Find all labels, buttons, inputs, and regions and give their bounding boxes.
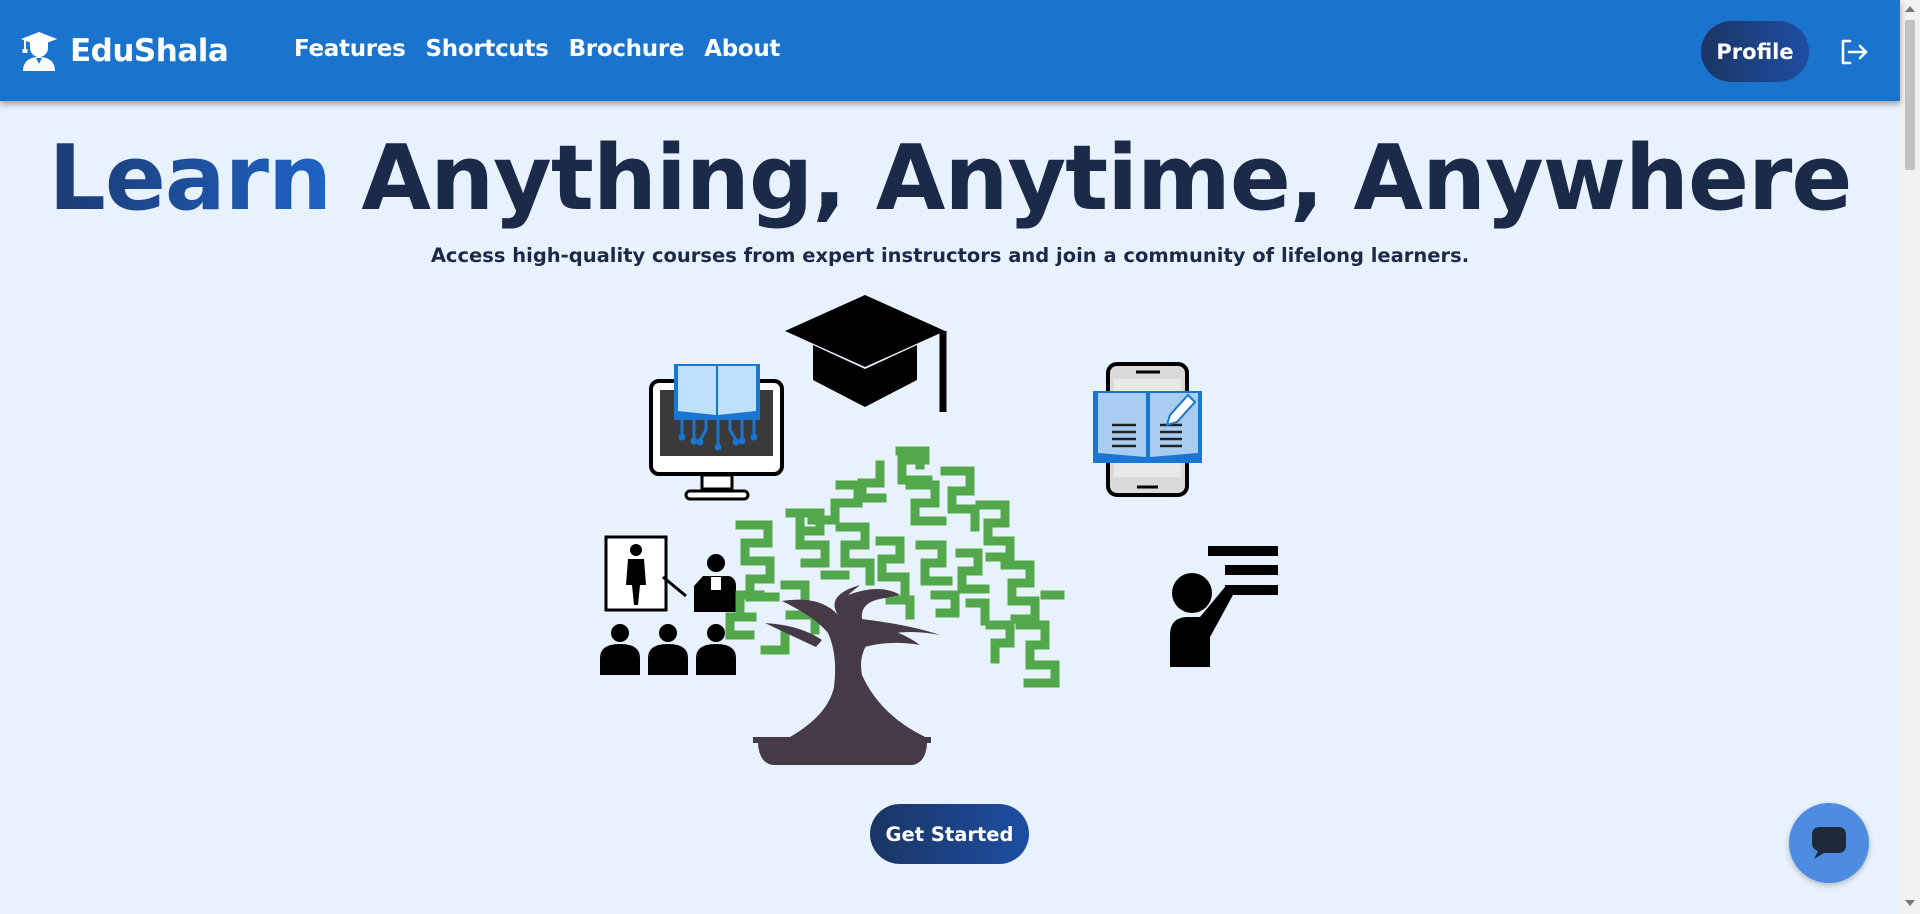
nav-link-brochure[interactable]: Brochure	[569, 36, 685, 62]
logout-icon[interactable]	[1839, 38, 1869, 66]
teacher-classroom-icon	[600, 535, 736, 675]
get-started-button[interactable]: Get Started	[870, 804, 1029, 864]
chat-button[interactable]	[1789, 803, 1869, 883]
hero-title-rest: Anything, Anytime, Anywhere	[331, 126, 1852, 231]
nav-menu: Features Shortcuts Brochure About	[294, 36, 800, 62]
brand-name: EduShala	[70, 33, 229, 69]
hero-title-highlight: Learn	[48, 126, 333, 231]
nav-link-about[interactable]: About	[704, 36, 780, 62]
chat-bubble-icon	[1812, 827, 1846, 859]
lecturer-board-icon	[1170, 546, 1278, 667]
scrollbar[interactable]	[1900, 0, 1920, 914]
top-navbar: EduShala Features Shortcuts Brochure Abo…	[0, 0, 1900, 101]
scroll-down-arrow-icon[interactable]	[1905, 900, 1915, 906]
profile-button[interactable]: Profile	[1701, 21, 1809, 82]
student-graduate-icon	[21, 32, 57, 71]
scroll-up-arrow-icon[interactable]	[1905, 6, 1915, 12]
mobile-ebook-icon	[1093, 362, 1202, 497]
bonsai-tree-icon	[725, 446, 1065, 765]
scroll-thumb[interactable]	[1905, 20, 1915, 170]
online-book-monitor-icon	[649, 364, 784, 501]
hero-subtitle: Access high-quality courses from expert …	[430, 244, 1470, 267]
graduation-cap-icon	[785, 295, 947, 412]
nav-link-features[interactable]: Features	[294, 36, 406, 62]
nav-link-shortcuts[interactable]: Shortcuts	[426, 36, 549, 62]
hero-illustration	[600, 295, 1278, 765]
brand-logo[interactable]: EduShala	[20, 28, 229, 74]
hero-title: Learn Anything, Anytime, Anywhere	[0, 126, 1900, 231]
